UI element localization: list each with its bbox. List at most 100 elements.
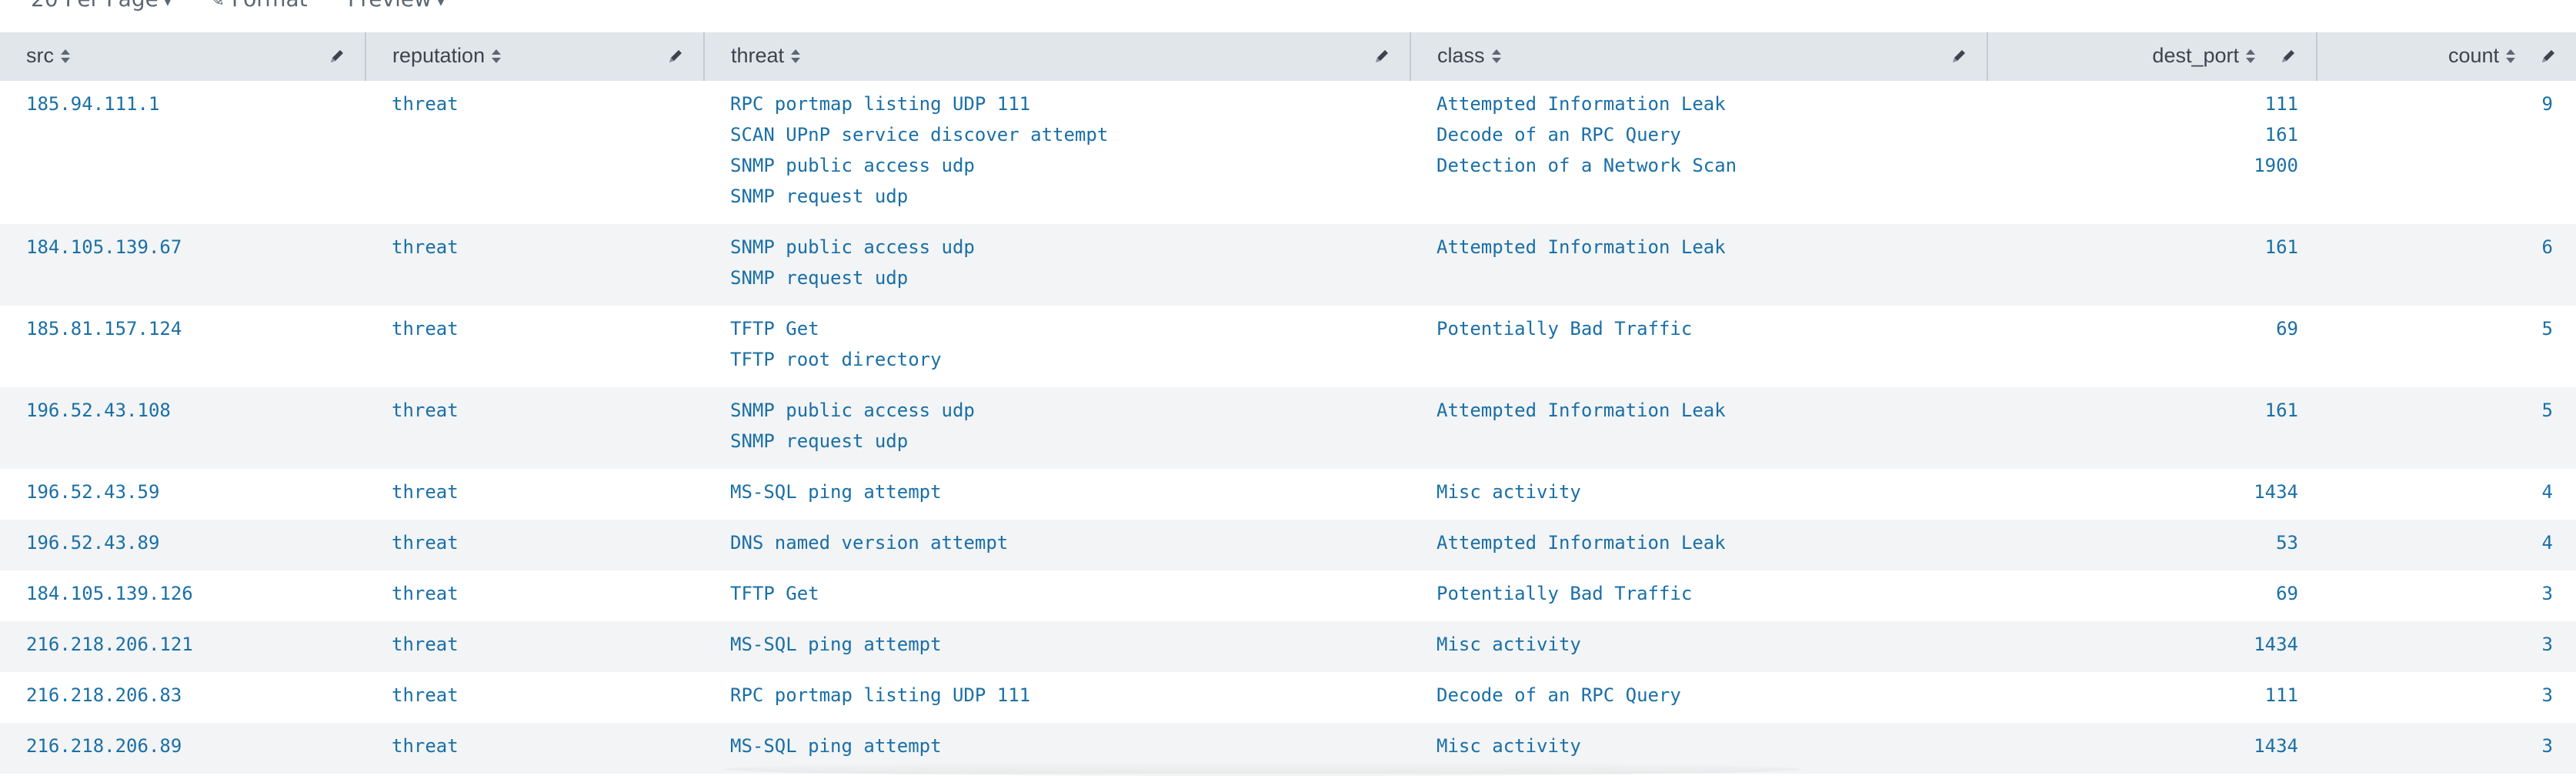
cell-value-link[interactable]: 9 bbox=[2343, 89, 2553, 119]
cell-value-link[interactable]: 216.218.206.83 bbox=[26, 680, 339, 711]
cell-value-link[interactable]: Attempted Information Leak bbox=[1436, 395, 1961, 426]
cell-value-link[interactable]: 3 bbox=[2343, 680, 2553, 711]
cell-value-link[interactable]: RPC portmap listing UDP 111 bbox=[730, 89, 1384, 119]
column-header-class[interactable]: class bbox=[1410, 32, 1987, 81]
cell-value-link[interactable]: MS-SQL ping attempt bbox=[730, 477, 1384, 507]
cell-value-link[interactable]: 161 bbox=[2014, 119, 2298, 150]
cell-value-link[interactable]: 3 bbox=[2343, 629, 2553, 660]
cell-value-link[interactable]: threat bbox=[392, 731, 678, 761]
pencil-icon[interactable] bbox=[666, 47, 685, 71]
cell-value-link[interactable]: 53 bbox=[2014, 527, 2298, 558]
pencil-icon[interactable] bbox=[2539, 47, 2558, 71]
cell-value-link[interactable]: 1434 bbox=[2014, 629, 2298, 660]
cell-value-link[interactable]: 196.52.43.89 bbox=[26, 527, 339, 558]
cell-value-link[interactable]: 111 bbox=[2014, 680, 2298, 711]
cell-value-link[interactable]: 216.218.206.121 bbox=[26, 629, 339, 660]
sort-icon[interactable] bbox=[491, 45, 502, 69]
cell-value-link[interactable]: 1900 bbox=[2014, 150, 2298, 181]
cell-value-link[interactable]: TFTP Get bbox=[730, 578, 1384, 609]
cell-value-link[interactable]: 216.218.206.89 bbox=[26, 731, 339, 761]
cell-value-link[interactable]: 111 bbox=[2014, 89, 2298, 119]
per-page-dropdown[interactable]: 20 Per Page ▾ bbox=[31, 0, 171, 12]
sort-icon[interactable] bbox=[2245, 45, 2256, 69]
cell-value-link[interactable]: 4 bbox=[2343, 477, 2553, 507]
pencil-icon[interactable] bbox=[328, 47, 346, 71]
sort-icon[interactable] bbox=[790, 45, 801, 69]
cell-value-link[interactable]: RPC portmap listing UDP 111 bbox=[730, 680, 1384, 711]
cell-value-link[interactable]: DNS named version attempt bbox=[730, 527, 1384, 558]
sort-icon[interactable] bbox=[60, 45, 71, 69]
cell-value-link[interactable]: 185.94.111.1 bbox=[26, 89, 339, 119]
pencil-icon[interactable] bbox=[1950, 47, 1968, 71]
sort-icon[interactable] bbox=[1491, 45, 1502, 69]
preview-dropdown[interactable]: Preview ▾ bbox=[348, 0, 444, 12]
column-header-src[interactable]: src bbox=[0, 32, 365, 81]
cell-value-link[interactable]: 4 bbox=[2343, 527, 2553, 558]
format-button[interactable]: ✎ Format bbox=[209, 0, 308, 12]
cell-value-link[interactable]: 161 bbox=[2014, 232, 2298, 263]
cell-value-link[interactable]: threat bbox=[392, 629, 678, 660]
cell-value-link[interactable]: SCAN UPnP service discover attempt bbox=[730, 119, 1384, 150]
cell-value-link[interactable]: threat bbox=[392, 578, 678, 609]
cell-value-link[interactable]: 1434 bbox=[2014, 477, 2298, 507]
cell-reputation: threat bbox=[365, 306, 704, 387]
table-row: 185.81.157.124 threat TFTP Get TFTP root di… bbox=[0, 306, 2576, 387]
cell-value-link[interactable]: threat bbox=[392, 477, 678, 507]
cell-value-link[interactable]: Attempted Information Leak bbox=[1436, 527, 1961, 558]
cell-value-link[interactable]: 5 bbox=[2343, 313, 2553, 344]
pencil-icon[interactable] bbox=[2279, 47, 2297, 71]
table-body: 185.94.111.1 threat RPC portmap listing UD… bbox=[0, 81, 2576, 774]
cell-value-link[interactable]: threat bbox=[392, 395, 678, 426]
cell-value-link[interactable]: Decode of an RPC Query bbox=[1436, 119, 1961, 150]
cell-value-link[interactable]: Attempted Information Leak bbox=[1436, 89, 1961, 119]
cell-value-link[interactable]: 185.81.157.124 bbox=[26, 313, 339, 344]
cell-value-link[interactable]: SNMP public access udp bbox=[730, 232, 1384, 263]
cell-value-link[interactable]: Decode of an RPC Query bbox=[1436, 680, 1961, 711]
cell-value-link[interactable]: MS-SQL ping attempt bbox=[730, 629, 1384, 660]
cell-value-link[interactable]: threat bbox=[392, 89, 678, 119]
cell-value-link[interactable]: Misc activity bbox=[1436, 731, 1961, 761]
cell-value-link[interactable]: SNMP public access udp bbox=[730, 395, 1384, 426]
cell-value-link[interactable]: 1434 bbox=[2014, 731, 2298, 761]
cell-value-link[interactable]: 3 bbox=[2343, 731, 2553, 761]
sort-icon[interactable] bbox=[2505, 45, 2516, 69]
cell-value-link[interactable]: Potentially Bad Traffic bbox=[1436, 313, 1961, 344]
cell-value-link[interactable]: MS-SQL ping attempt bbox=[730, 731, 1384, 761]
table-row: 184.105.139.67 threat SNMP public access u… bbox=[0, 224, 2576, 306]
cell-value-link[interactable]: 6 bbox=[2343, 232, 2553, 263]
cell-value-link[interactable]: threat bbox=[392, 313, 678, 344]
cell-value-link[interactable]: 3 bbox=[2343, 578, 2553, 609]
pencil-icon[interactable] bbox=[1373, 47, 1391, 71]
cell-value-link[interactable]: threat bbox=[392, 680, 678, 711]
column-header-reputation[interactable]: reputation bbox=[365, 32, 704, 81]
cell-src: 216.218.206.121 bbox=[0, 621, 365, 672]
column-header-count[interactable]: count bbox=[2316, 32, 2576, 81]
cell-value-link[interactable]: SNMP request udp bbox=[730, 181, 1384, 212]
cell-reputation: threat bbox=[365, 387, 704, 469]
cell-value-link[interactable]: TFTP root directory bbox=[730, 344, 1384, 375]
cell-src: 196.52.43.89 bbox=[0, 520, 365, 570]
cell-value-link[interactable]: Attempted Information Leak bbox=[1436, 232, 1961, 263]
cell-value-link[interactable]: 196.52.43.59 bbox=[26, 477, 339, 507]
cell-reputation: threat bbox=[365, 469, 704, 520]
cell-value-link[interactable]: 5 bbox=[2343, 395, 2553, 426]
column-header-dest-port[interactable]: dest_port bbox=[1987, 32, 2317, 81]
cell-value-link[interactable]: Misc activity bbox=[1436, 477, 1961, 507]
column-header-threat[interactable]: threat bbox=[703, 32, 1410, 81]
cell-value-link[interactable]: Misc activity bbox=[1436, 629, 1961, 660]
cell-value-link[interactable]: 184.105.139.67 bbox=[26, 232, 339, 263]
cell-value-link[interactable]: 196.52.43.108 bbox=[26, 395, 339, 426]
cell-value-link[interactable]: SNMP request udp bbox=[730, 263, 1384, 293]
cell-value-link[interactable]: 161 bbox=[2014, 395, 2298, 426]
cell-value-link[interactable]: threat bbox=[392, 232, 678, 263]
cell-value-link[interactable]: 69 bbox=[2014, 578, 2298, 609]
cell-value-link[interactable]: 184.105.139.126 bbox=[26, 578, 339, 609]
table-row: 196.52.43.108 threat SNMP public access ud… bbox=[0, 387, 2576, 469]
cell-value-link[interactable]: SNMP request udp bbox=[730, 426, 1384, 457]
cell-value-link[interactable]: Potentially Bad Traffic bbox=[1436, 578, 1961, 609]
cell-value-link[interactable]: 69 bbox=[2014, 313, 2298, 344]
cell-value-link[interactable]: SNMP public access udp bbox=[730, 150, 1384, 181]
cell-value-link[interactable]: threat bbox=[392, 527, 678, 558]
cell-value-link[interactable]: Detection of a Network Scan bbox=[1436, 150, 1961, 181]
cell-value-link[interactable]: TFTP Get bbox=[730, 313, 1384, 344]
